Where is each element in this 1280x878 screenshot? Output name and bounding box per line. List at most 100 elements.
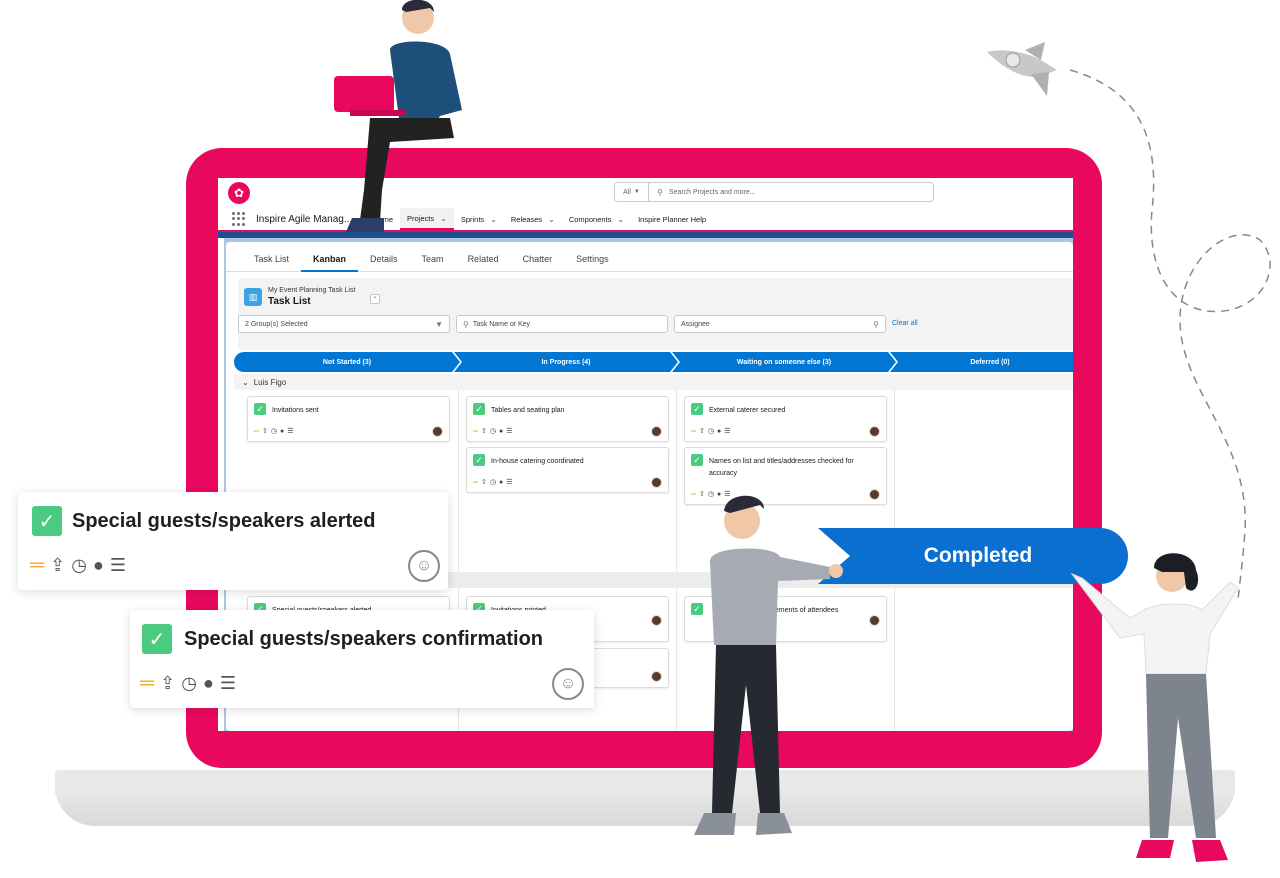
chevron-down-icon[interactable]: ⌄ — [490, 215, 497, 224]
group-filter-select[interactable]: 2 Group(s) Selected ▼ — [238, 315, 450, 333]
task-card-icons: ═ ⇪ ◷ ● ☰ — [140, 672, 236, 695]
avatar — [869, 615, 880, 626]
tab-label: Kanban — [313, 254, 347, 264]
clock-icon: ◷ — [71, 555, 87, 575]
avatar — [869, 426, 880, 437]
upload-icon: ⇧ — [261, 428, 268, 435]
upload-icon: ⇧ — [698, 428, 705, 435]
task-card-icons: ═ ⇪ ◷ ● ☰ — [30, 554, 126, 577]
avatar — [869, 489, 880, 500]
nav-item-label: Releases — [510, 214, 543, 224]
rocket-icon — [987, 42, 1057, 96]
stage-path: Not Started (3) In Progress (4) Waiting … — [234, 352, 1073, 372]
task-search-placeholder: Task Name or Key — [472, 320, 531, 328]
tab-team[interactable]: Team — [410, 248, 456, 272]
stage-in-progress[interactable]: In Progress (4) — [454, 352, 678, 372]
checkbox-icon[interactable]: ✓ — [691, 454, 703, 466]
upload-icon: ⇪ — [50, 555, 66, 575]
list-icon: ☰ — [109, 555, 126, 575]
chevron-down-icon: ⌄ — [242, 377, 249, 387]
comment-icon: ● — [279, 427, 285, 435]
task-title: Invitations sent — [272, 407, 319, 414]
stage-deferred[interactable]: Deferred (0) — [890, 352, 1073, 372]
collapse-icon[interactable]: ⌃ — [370, 294, 380, 304]
assignee-placeholder: Assignee — [681, 320, 710, 328]
task-title: Special guests/speakers confirmation — [184, 628, 544, 650]
tab-label: Settings — [576, 254, 609, 264]
nav-item-label: Inspire Planner Help — [638, 214, 707, 224]
clock-icon: ◷ — [270, 428, 277, 435]
checkbox-icon[interactable]: ✓ — [142, 624, 172, 654]
app-launcher-icon[interactable] — [232, 212, 246, 226]
search-input[interactable]: Search Projects and more... — [669, 189, 756, 196]
list-header: ▥ My Event Planning Task List Task List … — [238, 278, 1073, 350]
chevron-down-icon: ▼ — [633, 189, 640, 195]
person-woman-illustration — [1070, 553, 1239, 862]
column-divider — [676, 390, 677, 731]
nav-item-label: Components — [568, 214, 612, 224]
search-scope-select[interactable]: All ▼ — [615, 183, 649, 201]
checkbox-icon[interactable]: ✓ — [254, 403, 266, 415]
tab-kanban[interactable]: Kanban — [301, 248, 359, 272]
checkbox-icon[interactable]: ✓ — [473, 454, 485, 466]
chevron-down-icon[interactable]: ⌄ — [548, 215, 555, 224]
nav-item-releases[interactable]: Releases ⌄ — [504, 208, 562, 230]
tab-label: Team — [421, 254, 444, 264]
search-icon: ⚲ — [657, 187, 663, 197]
task-title: In-house catering coordinated — [491, 458, 584, 465]
tab-chatter[interactable]: Chatter — [511, 248, 565, 272]
stage-waiting[interactable]: Waiting on someone else (3) — [672, 352, 896, 372]
tab-label: Related — [467, 254, 499, 264]
tab-related[interactable]: Related — [456, 248, 511, 272]
task-card[interactable]: ✓ Tables and seating plan ═ ⇧ ◷ ● ☰ — [466, 396, 669, 442]
comment-icon: ● — [202, 673, 214, 693]
group-filter-value: 2 Group(s) Selected — [245, 320, 308, 328]
upload-icon: ⇧ — [480, 428, 487, 435]
task-card-icons: ═ ⇧ ◷ ● ☰ — [473, 478, 512, 487]
app-logo-icon[interactable]: ✿ — [228, 182, 250, 204]
avatar — [651, 671, 662, 682]
avatar — [651, 615, 662, 626]
nav-item-components[interactable]: Components ⌄ — [562, 208, 631, 230]
checkbox-icon[interactable]: ✓ — [691, 403, 703, 415]
tab-label: Task List — [254, 254, 290, 264]
task-search-input[interactable]: ⚲ Task Name or Key — [456, 315, 668, 333]
floating-task-card[interactable]: ✓ Special guests/speakers alerted ═ ⇪ ◷ … — [18, 492, 448, 590]
clear-all-link[interactable]: Clear all — [892, 320, 918, 327]
floating-task-card[interactable]: ✓ Special guests/speakers confirmation ═… — [130, 610, 594, 708]
task-card[interactable]: ✓ External caterer secured ═ ⇧ ◷ ● ☰ — [684, 396, 887, 442]
clock-icon: ◷ — [489, 428, 496, 435]
task-card[interactable]: ✓ Invitations sent ═ ⇧ ◷ ● ☰ — [247, 396, 450, 442]
clock-icon: ◷ — [707, 428, 714, 435]
priority-icon: ═ — [691, 427, 696, 435]
comment-icon: ● — [716, 427, 722, 435]
search-icon: ⚲ — [873, 319, 879, 329]
tab-settings[interactable]: Settings — [564, 248, 621, 272]
tab-details[interactable]: Details — [358, 248, 410, 272]
person-pointing-illustration — [694, 495, 843, 835]
record-tabs: Task List Kanban Details Team Related Ch… — [226, 248, 1073, 272]
avatar — [651, 477, 662, 488]
priority-icon: ═ — [254, 427, 259, 435]
task-title: Tables and seating plan — [491, 407, 565, 414]
comment-icon: ● — [92, 555, 104, 575]
user-avatar-icon: ☺ — [552, 668, 584, 700]
global-search[interactable]: All ▼ ⚲ Search Projects and more... — [614, 182, 934, 202]
user-avatar-icon: ☺ — [408, 550, 440, 582]
upload-icon: ⇧ — [480, 479, 487, 486]
stage-not-started[interactable]: Not Started (3) — [234, 352, 460, 372]
group-header[interactable]: ⌄ Luis Figo — [234, 374, 1073, 390]
search-scope-label: All — [623, 188, 631, 196]
task-card-icons: ═ ⇧ ◷ ● ☰ — [691, 427, 730, 436]
clock-icon: ◷ — [489, 479, 496, 486]
task-card[interactable]: ✓ In-house catering coordinated ═ ⇧ ◷ ● ☰ — [466, 447, 669, 493]
task-title: Names on list and titles/addresses check… — [709, 458, 854, 477]
dashed-flight-path — [1069, 69, 1271, 601]
checkbox-icon[interactable]: ✓ — [473, 403, 485, 415]
task-title: Special guests/speakers alerted — [72, 510, 376, 532]
chevron-down-icon[interactable]: ⌄ — [617, 215, 624, 224]
checkbox-icon[interactable]: ✓ — [32, 506, 62, 536]
tab-task-list[interactable]: Task List — [242, 248, 301, 272]
nav-item-help[interactable]: Inspire Planner Help — [631, 208, 713, 230]
assignee-input[interactable]: Assignee ⚲ — [674, 315, 886, 333]
